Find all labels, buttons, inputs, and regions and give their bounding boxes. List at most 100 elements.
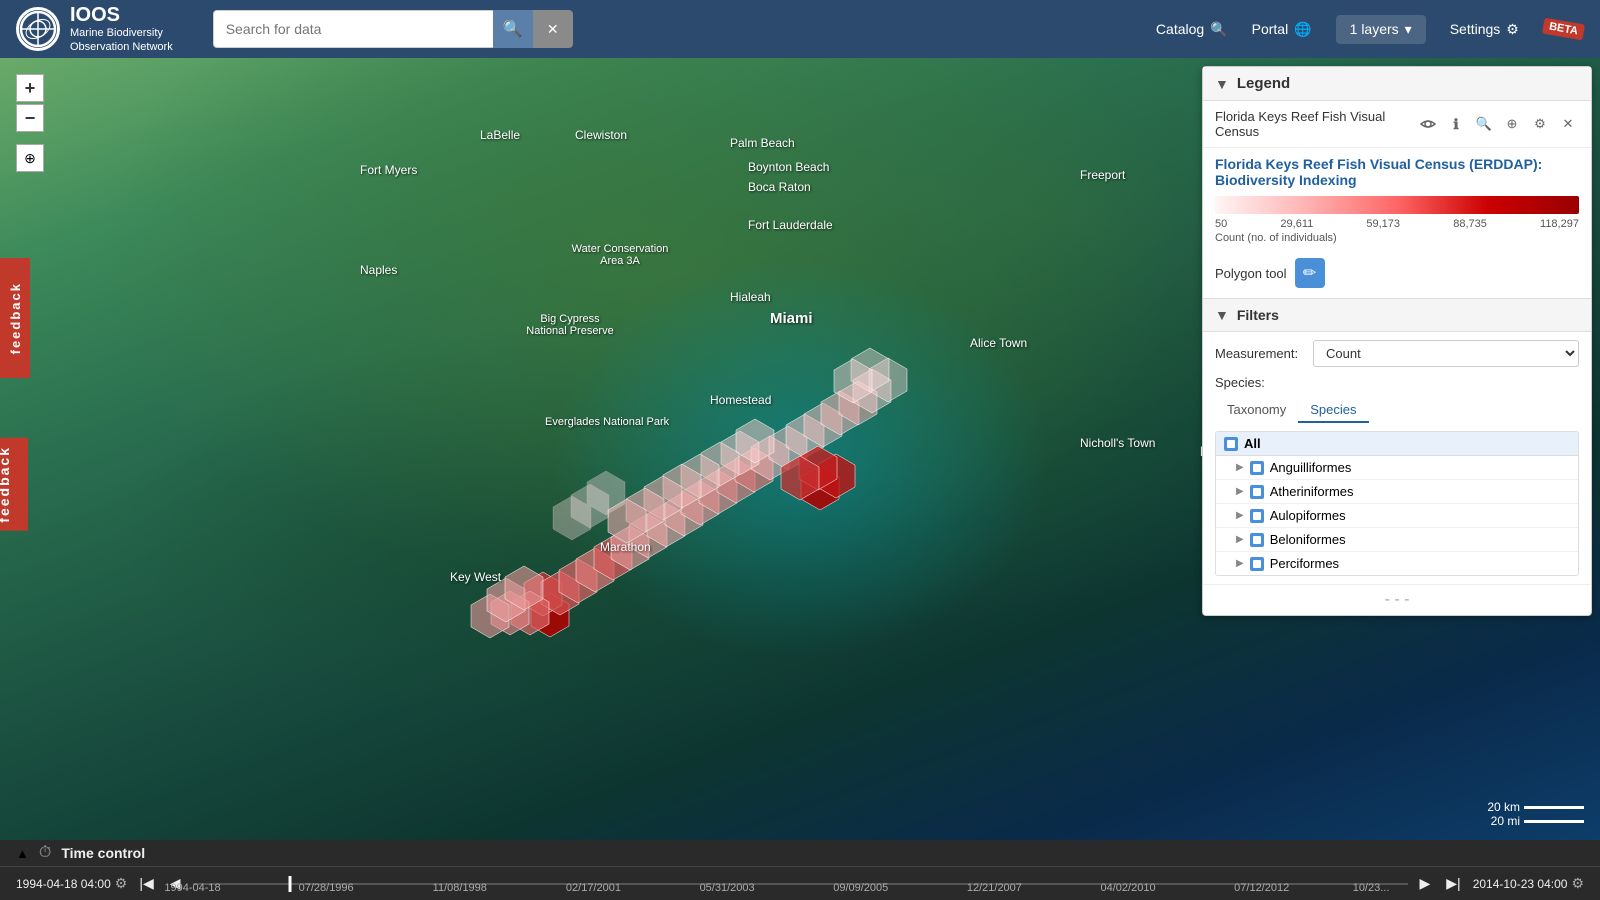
layer-name: Florida Keys Reef Fish Visual Census (1215, 109, 1411, 139)
species-item-4[interactable]: ▶ Beloniformes (1216, 528, 1578, 552)
portal-button[interactable]: Portal 🌐 (1252, 21, 1312, 38)
time-next-button[interactable]: ▶ (1416, 873, 1435, 894)
tick-5: 09/09/2005 (833, 882, 888, 894)
species-item-5[interactable]: ▶ Perciformes (1216, 552, 1578, 576)
zoom-out-button[interactable]: − (16, 104, 44, 132)
catalog-button[interactable]: Catalog 🔍 (1156, 21, 1228, 38)
search-clear-button[interactable]: ✕ (533, 10, 573, 48)
species-item-2[interactable]: ▶ Atheriniformes (1216, 480, 1578, 504)
locator-button[interactable]: ⊕ (16, 144, 44, 172)
species-label: Species: (1215, 375, 1305, 390)
nav-right: Catalog 🔍 Portal 🌐 1 layers ▾ Settings ⚙… (1156, 15, 1584, 44)
time-start-gear-icon[interactable]: ⚙ (115, 875, 128, 892)
species-all-checkbox[interactable] (1224, 437, 1238, 451)
colorbar-labels: 50 29,611 59,173 88,735 118,297 (1215, 218, 1579, 230)
hexbin-layer (0, 58, 1040, 708)
species-checkbox-3[interactable] (1250, 509, 1264, 523)
beta-badge: BETA (1542, 18, 1585, 41)
timeline-cursor[interactable] (288, 876, 291, 892)
checkbox-inner-1 (1253, 464, 1261, 472)
measurement-select[interactable]: Count Biomass Density (1313, 340, 1579, 367)
layer-info-button[interactable]: ℹ (1445, 113, 1467, 135)
search-button[interactable]: 🔍 (493, 10, 533, 48)
panel-bottom: - - - (1203, 584, 1591, 615)
species-label-2: Atheriniformes (1270, 484, 1354, 499)
portal-label: Portal (1252, 21, 1289, 37)
polygon-tool-row: Polygon tool ✏ (1203, 252, 1591, 299)
zoom-in-button[interactable]: + (16, 74, 44, 102)
map-container[interactable]: LaBelle Clewiston Palm Beach Fort Myers … (0, 58, 1600, 840)
timeline-track[interactable]: 1994-04-18 07/28/1996 11/08/1998 02/17/2… (193, 874, 1408, 894)
header: IOOS Marine Biodiversity Observation Net… (0, 0, 1600, 58)
time-end-display: 2014-10-23 04:00 ⚙ (1473, 875, 1584, 892)
pencil-icon: ✏ (1303, 263, 1316, 283)
species-all-row[interactable]: All (1216, 432, 1578, 456)
feedback-label: feedback (8, 282, 23, 354)
tick-8: 07/12/2012 (1234, 882, 1289, 894)
expand-icon-2[interactable]: ▶ (1236, 486, 1244, 497)
layer-full-title: Florida Keys Reef Fish Visual Census (ER… (1203, 148, 1591, 192)
species-tree[interactable]: All ▶ Anguilliformes ▶ Atheriniformes (1215, 431, 1579, 576)
time-next-end-button[interactable]: ▶| (1442, 873, 1464, 894)
expand-icon-4[interactable]: ▶ (1236, 534, 1244, 545)
feedback-button[interactable]: feedback (0, 258, 30, 378)
catalog-label: Catalog (1156, 21, 1204, 37)
settings-label: Settings (1450, 21, 1501, 37)
time-start-display: 1994-04-18 04:00 ⚙ (16, 875, 127, 892)
colorbar-v1: 29,611 (1280, 218, 1313, 230)
layers-label: 1 layers (1350, 21, 1399, 37)
legend-collapse-button[interactable]: ▼ (1215, 76, 1229, 92)
taxonomy-tab[interactable]: Taxonomy (1215, 398, 1298, 423)
feedback-button[interactable]: feedback (0, 438, 28, 531)
measurement-filter-row: Measurement: Count Biomass Density (1215, 340, 1579, 367)
tick-0: 1994-04-18 (164, 882, 220, 894)
scale-km: 20 km (1487, 800, 1584, 814)
layer-settings-button[interactable]: ⚙ (1529, 113, 1551, 135)
colorbar-area: 50 29,611 59,173 88,735 118,297 Count (n… (1203, 192, 1591, 252)
search-area: 🔍 ✕ (213, 10, 573, 48)
gear-icon: ⚙ (1506, 21, 1519, 38)
species-all-label: All (1244, 436, 1261, 451)
timeline-area: 1994-04-18 04:00 ⚙ |◀ ◀ 1994-04-18 07/28… (0, 867, 1600, 900)
species-label-1: Anguilliformes (1270, 460, 1352, 475)
species-item-3[interactable]: ▶ Aulopiformes (1216, 504, 1578, 528)
legend-panel: ▼ Legend Florida Keys Reef Fish Visual C… (1202, 66, 1592, 616)
tick-3: 02/17/2001 (566, 882, 621, 894)
time-clock-icon: ⏱ (39, 844, 51, 862)
species-checkbox-5[interactable] (1250, 557, 1264, 571)
time-start-value: 1994-04-18 04:00 (16, 877, 111, 891)
layer-eye-button[interactable] (1417, 113, 1439, 135)
search-input[interactable] (213, 10, 493, 48)
layers-button[interactable]: 1 layers ▾ (1336, 15, 1426, 44)
expand-icon-1[interactable]: ▶ (1236, 462, 1244, 473)
species-label-4: Beloniformes (1270, 532, 1346, 547)
time-end-value: 2014-10-23 04:00 (1473, 877, 1568, 891)
filters-collapse-button[interactable]: ▼ (1215, 307, 1229, 323)
logo-abbr: IOOS (70, 4, 173, 27)
colorbar-max: 118,297 (1540, 218, 1579, 230)
settings-button[interactable]: Settings ⚙ (1450, 21, 1519, 38)
layer-zoom-button[interactable]: ⊕ (1501, 113, 1523, 135)
scale-mi-line (1524, 820, 1584, 823)
species-checkbox-1[interactable] (1250, 461, 1264, 475)
species-label-5: Perciformes (1270, 556, 1339, 571)
checkbox-inner-4 (1253, 536, 1261, 544)
species-tab[interactable]: Species (1298, 398, 1368, 423)
catalog-icon: 🔍 (1210, 21, 1227, 38)
expand-icon-5[interactable]: ▶ (1236, 558, 1244, 569)
species-checkbox-4[interactable] (1250, 533, 1264, 547)
logo-area: IOOS Marine Biodiversity Observation Net… (16, 4, 173, 53)
expand-icon-3[interactable]: ▶ (1236, 510, 1244, 521)
polygon-tool-button[interactable]: ✏ (1295, 258, 1325, 288)
species-checkbox-2[interactable] (1250, 485, 1264, 499)
close-icon: ✕ (547, 21, 559, 38)
time-toggle-icon[interactable]: ▲ (16, 846, 29, 861)
logo-line2: Observation Network (70, 41, 173, 54)
layer-close-button[interactable]: ✕ (1557, 113, 1579, 135)
tick-1: 07/28/1996 (299, 882, 354, 894)
layer-search-button[interactable]: 🔍 (1473, 113, 1495, 135)
filters-header: ▼ Filters (1203, 299, 1591, 332)
species-item-1[interactable]: ▶ Anguilliformes (1216, 456, 1578, 480)
time-prev-start-button[interactable]: |◀ (135, 873, 157, 894)
time-end-gear-icon[interactable]: ⚙ (1571, 875, 1584, 892)
